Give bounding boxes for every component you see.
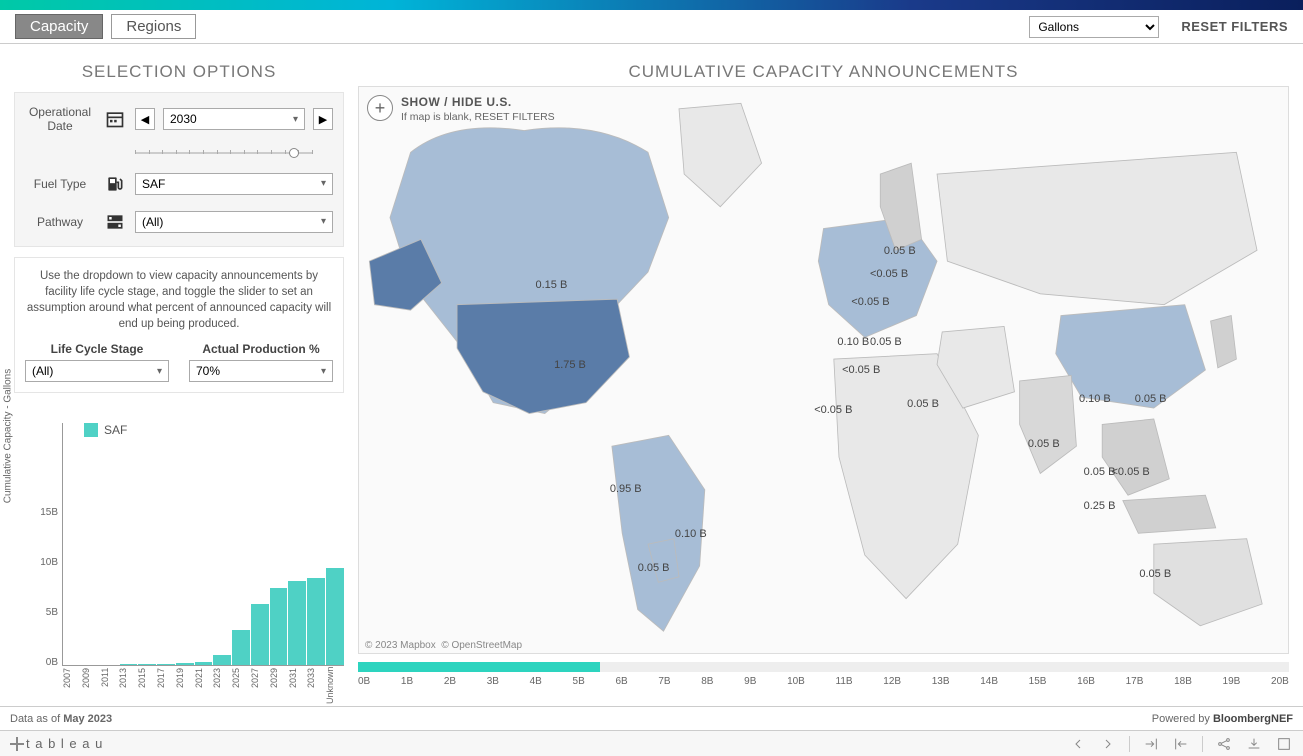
world-map[interactable]: + SHOW / HIDE U.S. If map is blank, RESE… xyxy=(358,86,1289,654)
fuel-pump-icon xyxy=(103,172,127,196)
bar xyxy=(326,568,344,665)
data-as-of: Data as of May 2023 xyxy=(10,713,112,725)
op-date-next-button[interactable]: ▶ xyxy=(313,108,333,130)
actualprod-label: Actual Production % xyxy=(189,342,333,356)
op-date-label: Operational Date xyxy=(25,105,95,134)
op-date-dropdown[interactable]: 2030 xyxy=(163,108,305,130)
y-axis-label: Cumulative Capacity - Gallons xyxy=(3,368,14,503)
scale-bar: 0B1B2B3B4B5B6B7B8B9B10B11B12B13B14B15B16… xyxy=(358,662,1289,702)
tableau-logo: t a b l e a u xyxy=(10,736,103,751)
pathway-dropdown[interactable]: (All) xyxy=(135,211,333,233)
pathway-icon xyxy=(103,210,127,234)
lifecycle-dropdown[interactable]: (All) xyxy=(25,360,169,382)
pathway-label: Pathway xyxy=(25,215,95,229)
lifecycle-label: Life Cycle Stage xyxy=(25,342,169,356)
tab-regions[interactable]: Regions xyxy=(111,14,196,39)
unit-select[interactable]: Gallons xyxy=(1029,16,1159,38)
help-text: Use the dropdown to view capacity announ… xyxy=(25,268,333,332)
op-date-prev-button[interactable]: ◀ xyxy=(135,108,155,130)
tab-capacity[interactable]: Capacity xyxy=(15,14,103,39)
bar-chart: SAF Cumulative Capacity - Gallons 0B 5B … xyxy=(14,423,344,706)
filters-panel: Operational Date ◀ 2030 ▶ Fuel Type SAF xyxy=(14,92,344,247)
bar xyxy=(120,664,138,665)
fuel-type-label: Fuel Type xyxy=(25,177,95,191)
map-attribution: © 2023 Mapbox © OpenStreetMap xyxy=(365,640,522,651)
bar xyxy=(270,588,288,665)
bar xyxy=(138,664,156,665)
map-title: CUMULATIVE CAPACITY ANNOUNCEMENTS xyxy=(358,62,1289,82)
bar xyxy=(213,655,231,665)
show-hide-us-button[interactable]: + xyxy=(367,95,393,121)
bar xyxy=(288,581,306,665)
bar xyxy=(195,662,213,665)
bar xyxy=(307,578,325,665)
bar xyxy=(176,663,194,665)
bar xyxy=(232,630,250,665)
help-panel: Use the dropdown to view capacity announ… xyxy=(14,257,344,393)
op-date-slider[interactable] xyxy=(135,148,333,158)
reset-filters-button[interactable]: RESET FILTERS xyxy=(1181,19,1288,34)
bar xyxy=(251,604,269,665)
powered-by: Powered by BloombergNEF xyxy=(1152,713,1293,725)
selection-options-title: SELECTION OPTIONS xyxy=(14,62,344,82)
bar xyxy=(157,664,175,665)
fuel-type-dropdown[interactable]: SAF xyxy=(135,173,333,195)
show-hide-text: SHOW / HIDE U.S. If map is blank, RESET … xyxy=(401,95,555,124)
calendar-icon xyxy=(103,107,127,131)
actualprod-dropdown[interactable]: 70% xyxy=(189,360,333,382)
